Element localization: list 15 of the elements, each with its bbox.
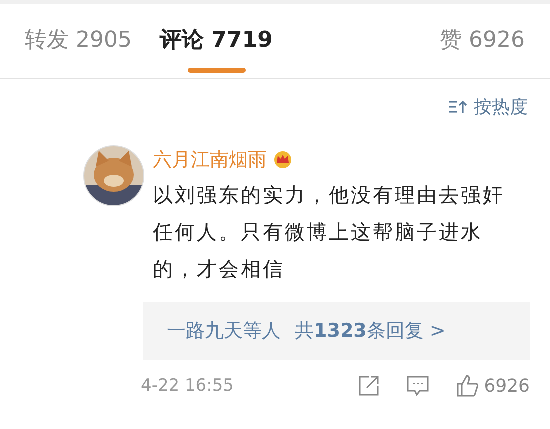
comment-icon[interactable]	[406, 375, 430, 397]
tab[interactable]: 赞 6926	[440, 9, 525, 73]
share-icon[interactable]	[358, 375, 380, 397]
reply-count-link[interactable]: 共1323条回复 >	[295, 318, 446, 344]
username[interactable]: 六月江南烟雨	[153, 147, 267, 173]
thumbs-up-icon	[456, 374, 480, 398]
like-button[interactable]: 6926	[456, 374, 530, 398]
comment-text: 以刘强东的实力，他没有理由去强奸任何人。只有微博上这帮脑子进水的，才会相信	[153, 182, 506, 283]
sort-button[interactable]: 按热度	[448, 95, 528, 119]
tab[interactable]: 评论 7719	[160, 9, 273, 73]
replies-panel[interactable]: 一路九天等人 共1323条回复 >	[143, 302, 530, 360]
sort-icon	[448, 100, 468, 114]
comment-time: 4-22 16:55	[141, 376, 234, 396]
tab[interactable]: 转发 2905	[25, 9, 132, 73]
reply-authors: 一路九天等人	[167, 319, 281, 344]
